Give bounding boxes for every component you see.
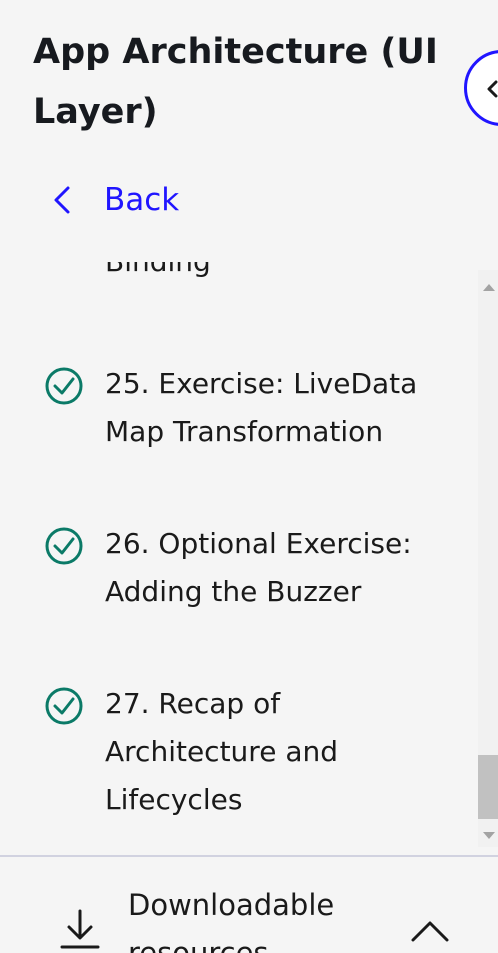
check-circle-icon (45, 527, 83, 565)
scroll-up-arrow-icon[interactable] (483, 284, 495, 291)
check-circle-icon (45, 687, 83, 725)
lesson-label: 26. Optional Exercise: Adding the Buzzer (105, 527, 412, 608)
downloads-label: Downloadable resources (128, 888, 335, 953)
back-label: Back (104, 182, 180, 218)
lesson-label: 25. Exercise: LiveData Map Transformatio… (105, 367, 418, 448)
downloadable-resources-toggle[interactable]: Downloadable resources (0, 857, 498, 953)
page-title: App Architecture (UI Layer) (33, 32, 438, 132)
chevron-left-icon (487, 80, 498, 98)
scrollbar-thumb[interactable] (478, 755, 498, 819)
scrollbar[interactable] (478, 270, 498, 847)
chevron-up-icon (411, 921, 449, 942)
scroll-down-arrow-icon[interactable] (483, 832, 495, 839)
lesson-label: 27. Recap of Architecture and Lifecycles (105, 687, 338, 816)
lesson-list[interactable]: Binding 25. Exercise: LiveData Map Trans… (0, 262, 478, 847)
back-link[interactable]: Back (52, 176, 179, 224)
lesson-label: Binding (105, 262, 455, 286)
download-icon (60, 909, 100, 949)
check-circle-icon (45, 367, 83, 405)
lesson-sidebar: App Architecture (UI Layer) Back Binding… (0, 0, 498, 953)
collapse-sidebar-button[interactable] (464, 50, 498, 126)
chevron-left-icon (54, 186, 70, 214)
